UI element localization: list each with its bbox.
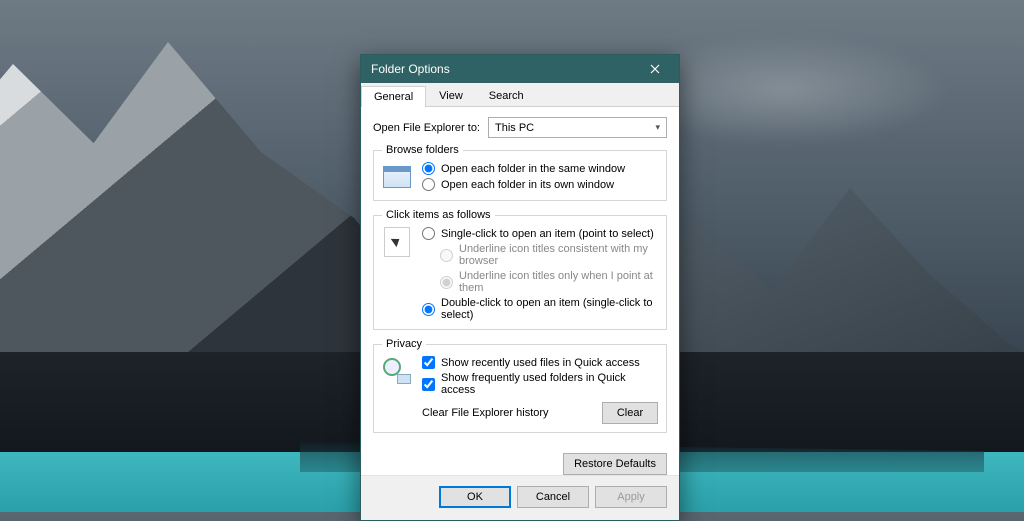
browse-folders-group: Browse folders Open each folder in the s… xyxy=(373,144,667,201)
tab-search[interactable]: Search xyxy=(476,85,537,106)
close-icon xyxy=(650,64,660,74)
radio-own-window[interactable]: Open each folder in its own window xyxy=(422,178,658,191)
radio-own-window-label: Open each folder in its own window xyxy=(441,179,614,191)
window-title: Folder Options xyxy=(371,62,637,76)
clear-history-label: Clear File Explorer history xyxy=(422,407,549,419)
check-frequent-folders-label: Show frequently used folders in Quick ac… xyxy=(441,372,658,396)
radio-underline-browser-input xyxy=(440,249,453,262)
cursor-icon xyxy=(382,227,412,257)
radio-single-click[interactable]: Single-click to open an item (point to s… xyxy=(422,227,658,240)
privacy-legend: Privacy xyxy=(382,338,426,350)
radio-same-window-input[interactable] xyxy=(422,162,435,175)
check-frequent-folders[interactable]: Show frequently used folders in Quick ac… xyxy=(422,372,658,396)
radio-own-window-input[interactable] xyxy=(422,178,435,191)
radio-single-click-label: Single-click to open an item (point to s… xyxy=(441,228,654,240)
open-to-label: Open File Explorer to: xyxy=(373,122,480,134)
radio-underline-point-input xyxy=(440,276,453,289)
tab-general[interactable]: General xyxy=(361,86,426,107)
window-icon xyxy=(382,162,412,192)
cancel-button[interactable]: Cancel xyxy=(517,486,589,508)
radio-underline-point-label: Underline icon titles only when I point … xyxy=(459,270,658,294)
history-icon xyxy=(382,356,412,386)
restore-defaults-button[interactable]: Restore Defaults xyxy=(563,453,667,475)
tab-view[interactable]: View xyxy=(426,85,476,106)
check-frequent-folders-input[interactable] xyxy=(422,378,435,391)
titlebar[interactable]: Folder Options xyxy=(361,55,679,83)
open-to-dropdown[interactable]: This PC ▾ xyxy=(488,117,667,138)
close-button[interactable] xyxy=(637,58,673,80)
radio-double-click-input[interactable] xyxy=(422,303,435,316)
radio-underline-browser: Underline icon titles consistent with my… xyxy=(440,243,658,267)
radio-same-window-label: Open each folder in the same window xyxy=(441,163,625,175)
general-pane: Open File Explorer to: This PC ▾ Browse … xyxy=(361,107,679,449)
clear-button[interactable]: Clear xyxy=(602,402,658,424)
radio-double-click[interactable]: Double-click to open an item (single-cli… xyxy=(422,297,658,321)
check-recent-files-label: Show recently used files in Quick access xyxy=(441,357,640,369)
radio-underline-browser-label: Underline icon titles consistent with my… xyxy=(459,243,658,267)
radio-underline-point: Underline icon titles only when I point … xyxy=(440,270,658,294)
dialog-footer: OK Cancel Apply xyxy=(361,475,679,520)
chevron-down-icon: ▾ xyxy=(655,122,660,133)
ok-button[interactable]: OK xyxy=(439,486,511,508)
radio-double-click-label: Double-click to open an item (single-cli… xyxy=(441,297,658,321)
click-legend: Click items as follows xyxy=(382,209,495,221)
folder-options-dialog: Folder Options General View Search Open … xyxy=(360,54,680,521)
radio-same-window[interactable]: Open each folder in the same window xyxy=(422,162,658,175)
radio-single-click-input[interactable] xyxy=(422,227,435,240)
tab-strip: General View Search xyxy=(361,83,679,107)
click-items-group: Click items as follows Single-click to o… xyxy=(373,209,667,330)
apply-button[interactable]: Apply xyxy=(595,486,667,508)
check-recent-files-input[interactable] xyxy=(422,356,435,369)
open-to-value: This PC xyxy=(495,122,534,134)
browse-legend: Browse folders xyxy=(382,144,463,156)
privacy-group: Privacy Show recently used files in Quic… xyxy=(373,338,667,433)
check-recent-files[interactable]: Show recently used files in Quick access xyxy=(422,356,658,369)
